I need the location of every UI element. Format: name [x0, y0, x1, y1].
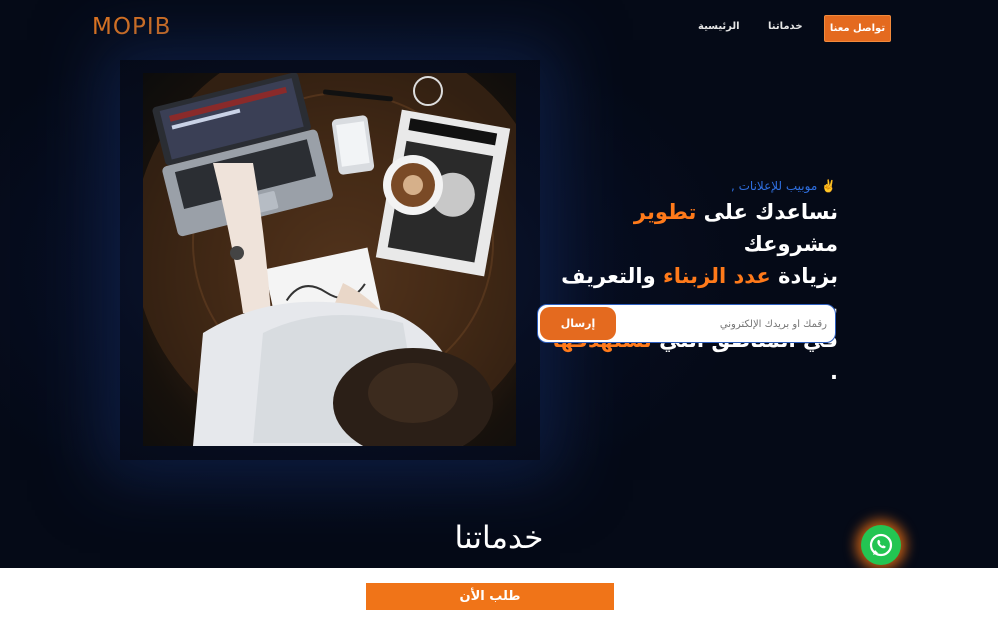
- nav-link-services[interactable]: خدماتنا: [768, 21, 803, 32]
- send-button[interactable]: إرسال: [540, 307, 616, 340]
- whatsapp-button[interactable]: [861, 525, 901, 565]
- headline-text: مشروعك: [743, 232, 838, 256]
- headline-highlight: تطوير: [633, 200, 697, 224]
- services-section-title: خدماتنا: [454, 520, 544, 556]
- contact-form: إرسال: [537, 304, 836, 343]
- hero-illustration: [143, 73, 516, 446]
- headline-text: بزيادة: [770, 264, 838, 288]
- brand-logo[interactable]: MOPIB: [92, 14, 171, 40]
- hero-headline: نساعدك على تطوير مشروعك بزيادة عدد الزبن…: [540, 196, 839, 388]
- phone-or-email-input[interactable]: [627, 315, 827, 333]
- headline-highlight: عدد الزبناء: [662, 264, 771, 288]
- top-navbar: MOPIB تواصل معنا خدماتنا الرئيسية: [0, 0, 998, 58]
- order-now-button[interactable]: طلب الأن: [366, 583, 614, 610]
- headline-line-1: نساعدك على تطوير مشروعك: [540, 196, 838, 260]
- sticky-order-bar: طلب الأن: [0, 568, 998, 625]
- hero-image: [143, 73, 516, 446]
- hero-tagline: ✌️ موبيب للإعلانات ,: [731, 179, 836, 193]
- headline-text: .: [830, 360, 838, 384]
- nav-link-home[interactable]: الرئيسية: [698, 21, 740, 32]
- contact-us-button[interactable]: تواصل معنا: [824, 15, 891, 42]
- whatsapp-icon: [869, 533, 893, 557]
- headline-text: نساعدك على: [696, 200, 838, 224]
